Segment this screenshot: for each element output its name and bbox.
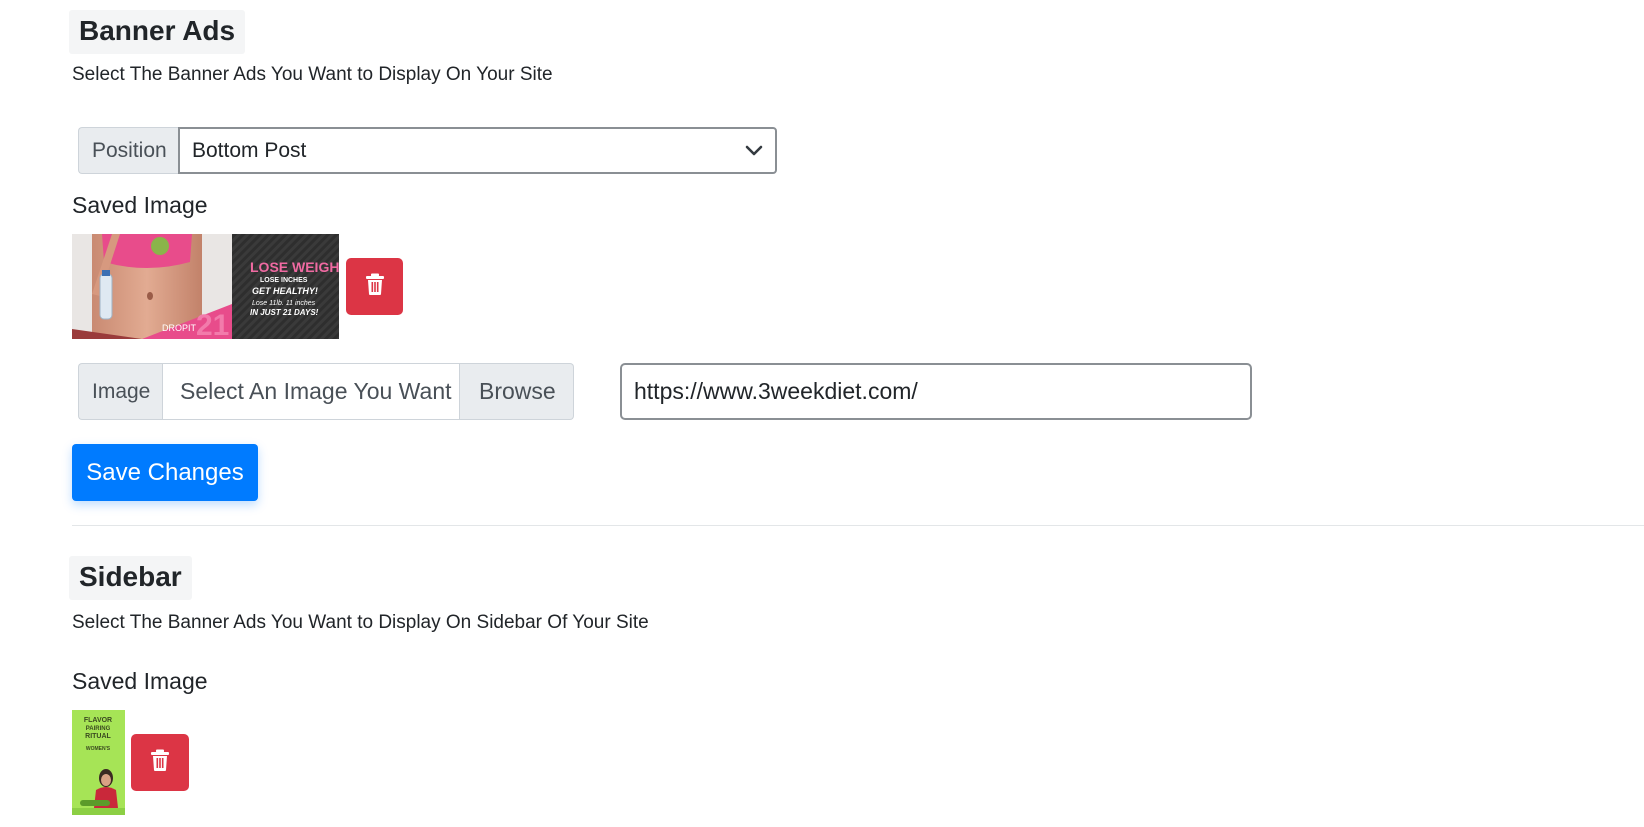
image-label: Image [78,363,162,420]
banner-image-tagline: GET HEALTHY! [252,286,318,296]
image-file-input[interactable]: Select An Image You Want [162,363,460,420]
banner-image-detail: Lose 11lb. 11 inches [252,300,316,307]
image-file-group: Image Select An Image You Want Browse [78,363,574,420]
sidebar-image-line3: RITUAL [85,733,111,740]
sidebar-image-line1: FLAVOR [84,717,112,724]
trash-icon [365,273,385,300]
sidebar-saved-image: FLAVOR PAIRING RITUAL WOMEN'S [72,710,125,815]
browse-button[interactable]: Browse [460,363,574,420]
banner-ads-title: Banner Ads [69,10,246,54]
banner-ads-description: Select The Banner Ads You Want to Displa… [72,64,553,85]
banner-saved-image: DROPIT 21 LOSE WEIGHT LOSE INCHES GET HE… [72,234,339,339]
banner-delete-button[interactable] [346,258,403,315]
banner-image-footer: IN JUST 21 DAYS! [250,308,319,317]
position-label: Position [78,127,178,174]
banner-url-input[interactable]: https://www.3weekdiet.com/ [620,363,1252,420]
position-select-value: Bottom Post [192,138,307,162]
banner-image-number: 21 [196,309,229,339]
position-select-group: Position Bottom Post [78,127,777,174]
chevron-down-icon [745,145,763,157]
section-divider [72,525,1644,526]
banner-settings-page: Banner Ads Select The Banner Ads You Wan… [0,0,1644,827]
trash-icon [150,749,170,776]
sidebar-image-line4: WOMEN'S [86,746,111,752]
banner-image-subline: LOSE INCHES [260,277,308,284]
save-changes-button[interactable]: Save Changes [72,444,258,501]
sidebar-image-line2: PAIRING [86,726,111,732]
banner-image-brand: DROPIT [162,323,197,333]
banner-saved-image-label: Saved Image [72,192,208,218]
sidebar-saved-image-label: Saved Image [72,668,208,694]
sidebar-delete-button[interactable] [131,734,189,791]
position-select[interactable]: Bottom Post [178,127,777,174]
banner-image-headline: LOSE WEIGHT [250,259,339,275]
sidebar-title: Sidebar [69,556,192,600]
sidebar-description: Select The Banner Ads You Want to Displa… [72,612,649,633]
